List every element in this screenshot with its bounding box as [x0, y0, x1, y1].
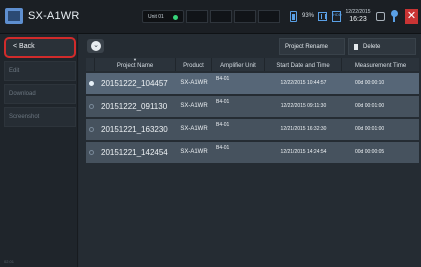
- main-content: ⌄ Project Rename Delete ▼ Project Name P…: [79, 34, 421, 267]
- radio-unselected-icon: [89, 127, 94, 132]
- sort-desc-icon: ▼: [133, 57, 137, 62]
- unit-slots: [186, 10, 282, 23]
- clock: 12/22/2015 16:23: [345, 9, 371, 23]
- cell-measurement-time: 00d 00:01:00: [355, 103, 385, 109]
- back-button-label: < Back: [13, 43, 35, 50]
- header-product[interactable]: Product: [176, 58, 212, 71]
- cell-amplifier-unit: B4-01: [216, 122, 230, 128]
- delete-button-label: Delete: [363, 44, 381, 50]
- settings-icon[interactable]: [376, 12, 385, 21]
- trash-icon: [354, 44, 358, 50]
- sidebar-item-screenshot[interactable]: Screenshot: [4, 107, 76, 127]
- top-bar: SX-A1WR Unit 01 93% HDD 12/22/2015 16:23…: [0, 0, 421, 34]
- cell-product: SX-A1WR: [180, 149, 208, 155]
- cell-amplifier-unit: B4-01: [216, 145, 230, 151]
- chevron-down-icon: ⌄: [91, 41, 101, 51]
- cell-measurement-time: 00d 00:00:10: [355, 80, 385, 86]
- cell-start-date: 12/21/2015 16:32:30: [280, 126, 327, 132]
- sidebar-item-download[interactable]: Download: [4, 84, 76, 104]
- back-button[interactable]: < Back: [4, 37, 76, 58]
- project-table: ▼ Project Name Product Amplifier Unit St…: [86, 57, 419, 163]
- app-title: SX-A1WR: [28, 10, 80, 22]
- table-header: ▼ Project Name Product Amplifier Unit St…: [86, 57, 419, 71]
- cell-start-date: 12/22/2015 10:44:57: [280, 80, 327, 86]
- sidebar: < Back Edit Download Screenshot 02.01: [0, 34, 78, 267]
- row-radio[interactable]: [86, 119, 95, 140]
- close-button[interactable]: ✕: [405, 9, 418, 24]
- cell-amplifier-unit: B4-01: [216, 76, 230, 82]
- unit-slot: [258, 10, 280, 23]
- sidebar-item-edit[interactable]: Edit: [4, 61, 76, 81]
- clock-date: 12/22/2015: [345, 9, 371, 15]
- header-amplifier-unit[interactable]: Amplifier Unit: [212, 58, 265, 71]
- hdd-icon: HDD: [332, 11, 342, 22]
- unit-status[interactable]: Unit 01: [142, 10, 184, 23]
- cell-measurement-time: 00d 00:00:05: [355, 149, 385, 155]
- table-row[interactable]: 20151221_142454 SX-A1WR B4-01 12/21/2015…: [86, 142, 419, 163]
- cell-amplifier-unit: B4-01: [216, 99, 230, 105]
- cell-start-date: 12/22/2015 09:11:30: [280, 103, 327, 109]
- unit-label: Unit 01: [148, 14, 164, 20]
- header-start-date[interactable]: Start Date and Time: [265, 58, 342, 71]
- battery-level: 93%: [302, 13, 315, 19]
- project-rename-button[interactable]: Project Rename: [279, 38, 345, 55]
- header-project-name[interactable]: ▼ Project Name: [95, 57, 176, 71]
- row-radio[interactable]: [86, 96, 95, 117]
- table-row[interactable]: 20151221_163230 SX-A1WR B4-01 12/21/2015…: [86, 119, 419, 140]
- unit-slot: [234, 10, 256, 23]
- row-radio[interactable]: [86, 142, 95, 163]
- cell-start-date: 12/21/2015 14:24:54: [280, 149, 327, 155]
- unit-slot: [186, 10, 208, 23]
- cell-product: SX-A1WR: [180, 80, 208, 86]
- table-row[interactable]: 20151222_104457 SX-A1WR B4-01 12/22/2015…: [86, 73, 419, 94]
- delete-button[interactable]: Delete: [348, 38, 416, 55]
- pin-icon[interactable]: [390, 10, 399, 24]
- header-select: [86, 58, 95, 71]
- header-measurement-time[interactable]: Measurement Time: [342, 58, 419, 71]
- battery-icon: [290, 11, 297, 22]
- cell-product: SX-A1WR: [180, 103, 208, 109]
- cell-project-name: 20151221_163230: [101, 125, 168, 134]
- cell-product: SX-A1WR: [180, 126, 208, 132]
- clock-time: 16:23: [349, 16, 367, 23]
- select-all-button[interactable]: ⌄: [87, 39, 104, 53]
- storage-icon: [318, 12, 327, 21]
- unit-status-dot-icon: [173, 15, 178, 20]
- header-label: Project Name: [116, 63, 154, 69]
- radio-unselected-icon: [89, 150, 94, 155]
- unit-slot: [210, 10, 232, 23]
- sidebar-footer-text: 02.01: [4, 259, 15, 264]
- radio-unselected-icon: [89, 104, 94, 109]
- cell-measurement-time: 00d 00:01:00: [355, 126, 385, 132]
- radio-selected-icon: [89, 81, 94, 86]
- cell-project-name: 20151222_104457: [101, 79, 168, 88]
- cell-project-name: 20151221_142454: [101, 148, 168, 157]
- cell-project-name: 20151222_091130: [101, 102, 168, 111]
- app-logo-icon: [5, 8, 23, 24]
- row-radio[interactable]: [86, 73, 95, 94]
- table-row[interactable]: 20151222_091130 SX-A1WR B4-01 12/22/2015…: [86, 96, 419, 117]
